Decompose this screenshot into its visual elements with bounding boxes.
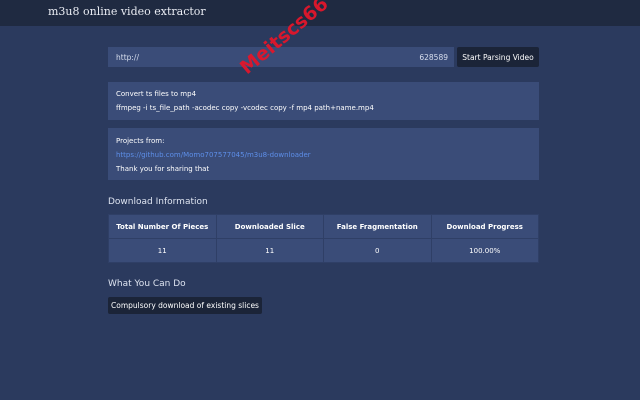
downloaded-slice-value: 11 [215, 238, 324, 263]
projects-card: Projects from: https://github.com/Momo70… [108, 128, 539, 180]
app-title: m3u8 online video extractor [48, 5, 206, 18]
col-false-fragmentation: False Fragmentation [323, 214, 432, 239]
download-info-table: Total Number Of Pieces Downloaded Slice … [108, 214, 539, 263]
false-fragmentation-value: 0 [323, 238, 432, 263]
ffmpeg-command: ffmpeg -i ts_file_path -acodec copy -vco… [116, 104, 374, 112]
start-parsing-button[interactable]: Start Parsing Video [457, 47, 539, 67]
thanks-text: Thank you for sharing that [116, 165, 210, 173]
convert-card: Convert ts files to mp4 ffmpeg -i ts_fil… [108, 82, 539, 120]
url-tail-text: 628589 [419, 53, 448, 62]
download-progress-value: 100.00% [430, 238, 539, 263]
parser-row: 628589 Start Parsing Video [108, 47, 539, 67]
actions-heading: What You Can Do [108, 279, 186, 289]
col-download-progress: Download Progress [430, 214, 539, 239]
table-header-row: Total Number Of Pieces Downloaded Slice … [108, 214, 539, 239]
github-link[interactable]: https://github.com/Momo707577045/m3u8-do… [116, 151, 311, 159]
col-downloaded-slice: Downloaded Slice [215, 214, 324, 239]
force-download-button[interactable]: Compulsory download of existing slices [108, 297, 262, 314]
projects-label: Projects from: [116, 137, 165, 145]
table-row: 11 11 0 100.00% [108, 238, 539, 263]
total-pieces-value: 11 [108, 238, 217, 263]
col-total-pieces: Total Number Of Pieces [108, 214, 217, 239]
download-info-heading: Download Information [108, 197, 208, 207]
convert-title: Convert ts files to mp4 [116, 90, 197, 98]
